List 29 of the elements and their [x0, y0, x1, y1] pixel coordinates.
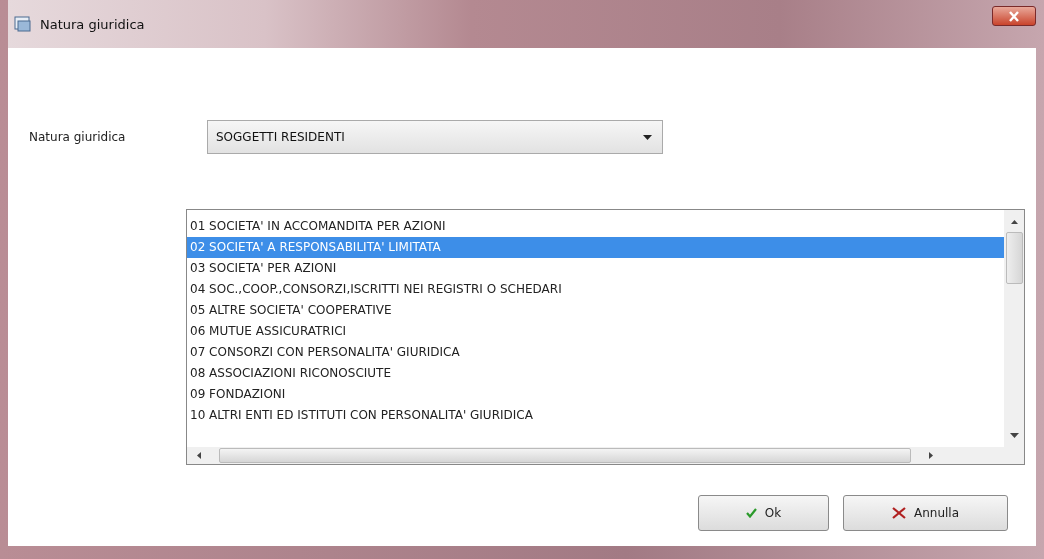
list-item[interactable]: 04 SOC.,COOP.,CONSORZI,ISCRITTI NEI REGISTRI O SCHEDARI — [187, 279, 1004, 300]
window-icon — [14, 16, 32, 32]
close-button[interactable] — [992, 6, 1036, 26]
ok-button[interactable]: Ok — [698, 495, 829, 531]
scroll-down-icon — [1009, 433, 1019, 438]
list-item[interactable]: 07 CONSORZI CON PERSONALITA' GIURIDICA — [187, 342, 1004, 363]
scroll-up-icon — [1010, 220, 1018, 224]
caret-icon — [643, 134, 652, 140]
list-item[interactable]: 10 ALTRI ENTI ED ISTITUTI CON PERSONALITA' GIURIDICA — [187, 405, 1004, 426]
list-item[interactable]: 05 ALTRE SOCIETA' COOPERATIVE — [187, 300, 1004, 321]
checkmark-icon — [745, 508, 757, 518]
field-label: Natura giuridica — [29, 130, 127, 144]
close-icon — [891, 507, 906, 519]
cancel-button[interactable]: Annulla — [843, 495, 1008, 531]
vertical-scrollbar[interactable] — [1004, 210, 1024, 464]
list-item[interactable]: 06 MUTUE ASSICURATRICI — [187, 321, 1004, 342]
window-title: Natura giuridica — [40, 16, 145, 32]
list-item[interactable]: 01 SOCIETA' IN ACCOMANDITA PER AZIONI — [187, 216, 1004, 237]
scroll-thumb[interactable] — [1005, 232, 1023, 284]
scroll-right-icon — [929, 452, 933, 459]
scroll-left-icon — [197, 452, 201, 459]
close-icon — [1008, 10, 1020, 22]
scroll-thumb[interactable] — [219, 448, 911, 463]
list-item[interactable]: 08 ASSOCIAZIONI RICONOSCIUTE — [187, 363, 1004, 384]
horizontal-scrollbar[interactable] — [187, 447, 1004, 464]
list-item[interactable]: 03 SOCIETA' PER AZIONI — [187, 258, 1004, 279]
dropdown-field[interactable]: SOGGETTI RESIDENTI — [207, 120, 663, 154]
list-item[interactable]: 09 FONDAZIONI — [187, 384, 1004, 405]
list-box[interactable] — [186, 209, 1025, 465]
